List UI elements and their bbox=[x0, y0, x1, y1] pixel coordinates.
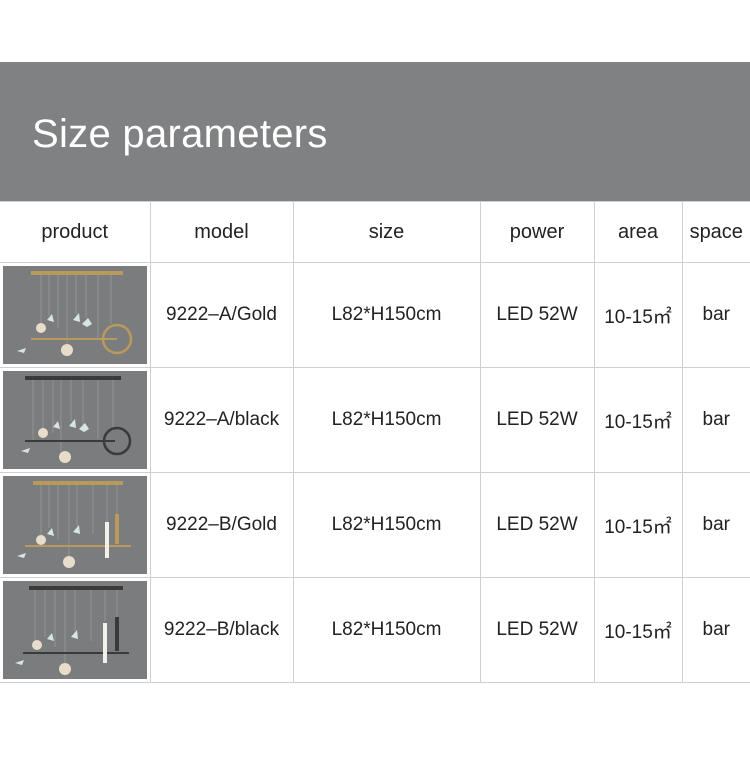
title-banner: Size parameters bbox=[0, 62, 750, 201]
space-cell: bar bbox=[681, 472, 750, 578]
space-cell: bar bbox=[681, 262, 750, 368]
model-cell: 9222–B/black bbox=[149, 577, 294, 683]
page-title: Size parameters bbox=[32, 112, 328, 156]
space-cell: bar bbox=[681, 367, 750, 473]
area-cell: 10-15㎡ bbox=[593, 577, 683, 683]
table-row: 9222–B/black L82*H150cm LED 52W 10-15㎡ b… bbox=[0, 577, 750, 683]
header-space: space bbox=[681, 201, 750, 263]
table-row: 9222–A/Gold L82*H150cm LED 52W 10-15㎡ ba… bbox=[0, 262, 750, 368]
model-cell: 9222–A/Gold bbox=[149, 262, 294, 368]
power-cell: LED 52W bbox=[479, 472, 595, 578]
product-image-cell bbox=[0, 472, 151, 578]
table-header-row: product model size power area space bbox=[0, 201, 750, 263]
table-row: 9222–B/Gold L82*H150cm LED 52W 10-15㎡ ba… bbox=[0, 472, 750, 578]
chandelier-gold-ring-photo-icon bbox=[2, 266, 147, 364]
model-cell: 9222–B/Gold bbox=[149, 472, 294, 578]
table-row: 9222–A/black L82*H150cm LED 52W 10-15㎡ b… bbox=[0, 367, 750, 473]
product-image-cell bbox=[0, 262, 151, 368]
size-cell: L82*H150cm bbox=[292, 472, 481, 578]
header-power: power bbox=[479, 201, 595, 263]
chandelier-black-bar-photo-icon bbox=[2, 581, 147, 679]
product-image-cell bbox=[0, 577, 151, 683]
area-cell: 10-15㎡ bbox=[593, 472, 683, 578]
chandelier-gold-bar-photo-icon bbox=[2, 476, 147, 574]
size-parameters-table: product model size power area space 9222… bbox=[0, 201, 750, 683]
power-cell: LED 52W bbox=[479, 367, 595, 473]
product-image-cell bbox=[0, 367, 151, 473]
header-area: area bbox=[593, 201, 683, 263]
power-cell: LED 52W bbox=[479, 577, 595, 683]
size-cell: L82*H150cm bbox=[292, 577, 481, 683]
space-cell: bar bbox=[681, 577, 750, 683]
area-cell: 10-15㎡ bbox=[593, 262, 683, 368]
header-product: product bbox=[0, 201, 151, 263]
model-cell: 9222–A/black bbox=[149, 367, 294, 473]
size-cell: L82*H150cm bbox=[292, 262, 481, 368]
header-model: model bbox=[149, 201, 294, 263]
area-cell: 10-15㎡ bbox=[593, 367, 683, 473]
header-size: size bbox=[292, 201, 481, 263]
power-cell: LED 52W bbox=[479, 262, 595, 368]
chandelier-black-ring-photo-icon bbox=[2, 371, 147, 469]
size-cell: L82*H150cm bbox=[292, 367, 481, 473]
